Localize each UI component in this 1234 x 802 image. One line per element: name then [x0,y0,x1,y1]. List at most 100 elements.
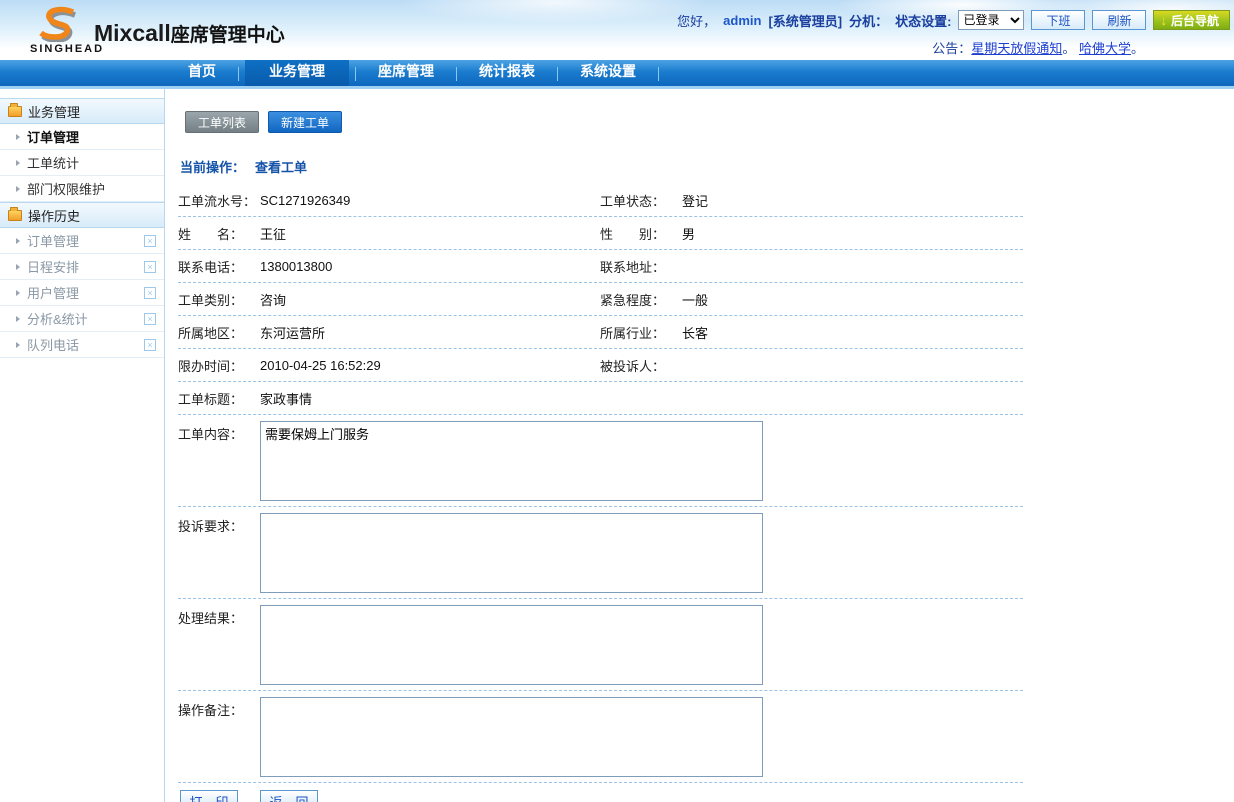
folder-icon [8,106,22,117]
sidebar-item-order-mgmt[interactable]: 订单管理 [0,124,164,150]
sidebar-item-label: 工单统计 [27,153,79,172]
nav-separator [238,67,239,81]
sidebar-item-label: 订单管理 [27,231,79,250]
sidebar-item-analysis-stats[interactable]: 分析&统计 × [0,306,164,332]
sidebar-section-title: 操作历史 [28,206,80,225]
ticket-form: 工单流水号： SC1271926349 工单状态： 登记 姓 名： 王征 性 别… [178,184,1023,802]
announcement-link-2[interactable]: 哈佛大学 [1079,41,1131,56]
tab-business-mgmt[interactable]: 业务管理 [245,56,349,86]
sidebar-item-label: 部门权限维护 [27,179,105,198]
sidebar-item-user-mgmt[interactable]: 用户管理 × [0,280,164,306]
user-role: [系统管理员] [768,11,842,30]
header-right: 您好， admin [系统管理员] 分机： 状态设置: 已登录 下班 刷新 ↓ … [677,10,1230,57]
app-title: Mixcall 座席管理中心 [94,20,285,47]
field-label: 联系地址： [600,257,682,276]
announcement-bar: 公告：星期天放假通知。 哈佛大学。 [932,38,1144,57]
nav-separator [557,67,558,81]
field-label: 姓 名： [178,224,260,243]
greeting-text: 您好， [677,11,716,30]
bullet-icon [16,342,20,348]
print-button[interactable]: 打 印 [180,790,238,802]
ticket-content-textarea[interactable]: 需要保姆上门服务 [260,421,763,501]
main-nav: 首页 业务管理 座席管理 统计报表 系统设置 [0,60,1234,86]
folder-icon [8,210,22,221]
down-arrow-icon: ↓ [1160,13,1167,28]
operation-remark-textarea[interactable] [260,697,763,777]
username: admin [723,13,761,28]
current-op-label: 当前操作： [180,157,245,176]
field-label: 工单状态： [600,191,682,210]
field-value: 登记 [682,191,1023,210]
app-name: Mixcall [94,20,171,47]
field-value: 长客 [682,323,1023,342]
tab-seat-mgmt[interactable]: 座席管理 [362,57,450,86]
field-value: 东河运营所 [260,323,600,342]
bullet-icon [16,238,20,244]
sidebar-section-business[interactable]: 业务管理 [0,98,164,124]
bullet-icon [16,290,20,296]
form-row-remark: 操作备注： [178,691,1023,783]
field-label: 工单类别： [178,290,260,309]
tab-system-settings[interactable]: 系统设置 [564,57,652,86]
field-value: 一般 [682,290,1023,309]
sidebar-item-schedule[interactable]: 日程安排 × [0,254,164,280]
page: SINGHEAD Mixcall 座席管理中心 您好， admin [系统管理员… [0,0,1234,802]
off-duty-button[interactable]: 下班 [1031,10,1085,30]
brand: SINGHEAD Mixcall 座席管理中心 [30,4,285,55]
user-status-bar: 您好， admin [系统管理员] 分机： 状态设置: 已登录 下班 刷新 ↓ … [677,10,1230,30]
bullet-icon [16,134,20,140]
field-label: 紧急程度： [600,290,682,309]
complaint-request-textarea[interactable] [260,513,763,593]
form-row-name-gender: 姓 名： 王征 性 别： 男 [178,217,1023,250]
window-badge-icon: × [144,339,156,351]
sidebar-item-label: 队列电话 [27,335,79,354]
sidebar-section-history[interactable]: 操作历史 [0,202,164,228]
bullet-icon [16,316,20,322]
singhead-logo: SINGHEAD [30,4,86,55]
field-value: 2010-04-25 16:52:29 [260,358,600,373]
field-value: 家政事情 [260,389,1023,408]
sidebar-item-label: 分析&统计 [27,309,88,328]
main-content: 工单列表 新建工单 当前操作： 查看工单 工单流水号： SC1271926349… [165,89,1234,802]
field-label: 工单标题： [178,389,260,408]
back-button[interactable]: 返 回 [260,790,318,802]
field-label: 被投诉人： [600,356,682,375]
field-value: 男 [682,224,1023,243]
field-value: 咨询 [260,290,600,309]
current-operation: 当前操作： 查看工单 [180,157,1234,176]
window-badge-icon: × [144,235,156,247]
announcement-link-1[interactable]: 星期天放假通知 [971,41,1062,56]
sidebar-item-queue-phone[interactable]: 队列电话 × [0,332,164,358]
extension-label: 分机： [849,11,888,30]
tab-statistics-report[interactable]: 统计报表 [463,57,551,86]
sidebar: 业务管理 订单管理 工单统计 部门权限维护 操作历史 订单管理 × [0,89,165,802]
handle-result-textarea[interactable] [260,605,763,685]
field-value: SC1271926349 [260,193,600,208]
form-row-result: 处理结果： [178,599,1023,691]
period-2: 。 [1131,41,1144,56]
field-label: 所属行业： [600,323,682,342]
sidebar-item-label: 订单管理 [27,127,79,146]
refresh-button[interactable]: 刷新 [1092,10,1146,30]
tab-home[interactable]: 首页 [172,57,232,86]
form-row-serial-status: 工单流水号： SC1271926349 工单状态： 登记 [178,184,1023,217]
sidebar-section-title: 业务管理 [28,102,80,121]
window-badge-icon: × [144,313,156,325]
backstage-nav-button[interactable]: ↓ 后台导航 [1153,10,1230,30]
new-ticket-button[interactable]: 新建工单 [268,111,342,133]
backstage-nav-label: 后台导航 [1171,12,1219,29]
period-1: 。 [1062,41,1075,56]
status-select[interactable]: 已登录 [958,10,1024,30]
field-label: 所属地区： [178,323,260,342]
sidebar-item-ticket-stats[interactable]: 工单统计 [0,150,164,176]
ticket-list-button[interactable]: 工单列表 [185,111,259,133]
window-badge-icon: × [144,287,156,299]
nav-separator [355,67,356,81]
sidebar-item-order-mgmt-2[interactable]: 订单管理 × [0,228,164,254]
field-value: 王征 [260,224,600,243]
form-row-category-urgency: 工单类别： 咨询 紧急程度： 一般 [178,283,1023,316]
status-label: 状态设置: [895,11,951,30]
field-label: 性 别： [600,224,682,243]
sidebar-item-dept-permission[interactable]: 部门权限维护 [0,176,164,202]
form-row-content: 工单内容： 需要保姆上门服务 [178,415,1023,507]
